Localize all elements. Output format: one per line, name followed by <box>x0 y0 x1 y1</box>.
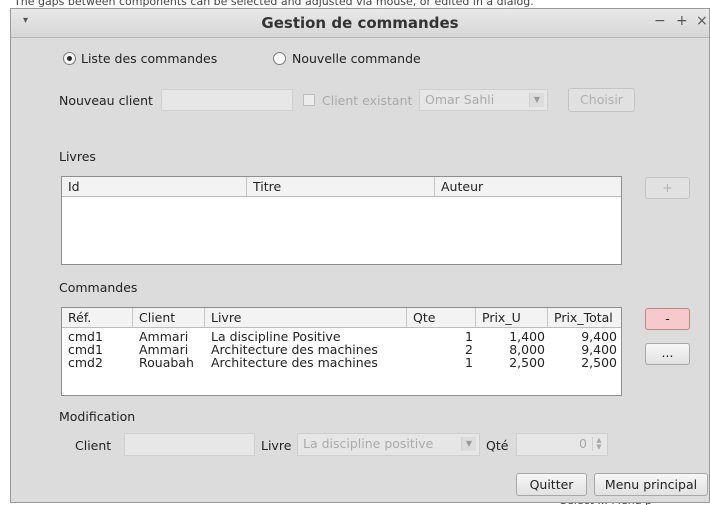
cell-prix-u: 2,500 <box>509 356 545 369</box>
background-tooltip-text: The gaps between components can be selec… <box>14 0 534 8</box>
livres-col-id[interactable]: Id <box>62 177 247 196</box>
client-existant-checkbox[interactable] <box>303 94 315 106</box>
cell-ref: cmd1 <box>68 343 103 356</box>
choisir-button[interactable]: Choisir <box>568 88 635 112</box>
menu-principal-button[interactable]: Menu principal <box>594 473 708 496</box>
chevron-down-icon: ▼ <box>461 437 476 451</box>
cell-livre: Architecture des machines <box>211 343 378 356</box>
radio-liste-commandes[interactable] <box>63 52 76 65</box>
cell-prix-u: 1,400 <box>509 330 545 343</box>
livres-col-titre[interactable]: Titre <box>247 177 435 196</box>
livres-col-auteur[interactable]: Auteur <box>435 177 621 196</box>
chevron-down-icon: ▼ <box>529 93 544 107</box>
more-options-button[interactable]: ... <box>645 343 690 365</box>
maximize-icon[interactable]: + <box>676 13 688 29</box>
cell-qte: 1 <box>465 330 473 343</box>
client-select[interactable]: Omar Sahli ▼ <box>419 89 548 111</box>
radio-nouvelle-commande[interactable] <box>273 52 286 65</box>
cell-ref: cmd1 <box>68 330 103 343</box>
client-existant-label: Client existant <box>322 93 413 108</box>
minimize-icon[interactable]: − <box>654 13 666 29</box>
commandes-col-ref[interactable]: Réf. <box>62 308 133 327</box>
cell-prix-total: 2,500 <box>581 356 617 369</box>
cell-qte: 1 <box>465 356 473 369</box>
radio-nouvelle-commande-label[interactable]: Nouvelle commande <box>292 51 421 66</box>
stepper-arrows-icon[interactable]: ▲ ▼ <box>592 437 605 451</box>
modification-livre-value: La discipline positive <box>303 436 434 451</box>
cell-qte: 2 <box>465 343 473 356</box>
table-row[interactable]: cmd1 Ammari Architecture des machines 2 … <box>62 343 621 356</box>
cell-prix-total: 9,400 <box>581 343 617 356</box>
nouveau-client-input[interactable] <box>161 89 293 111</box>
livres-table[interactable]: Id Titre Auteur <box>61 176 622 265</box>
commandes-window: ▾ Gestion de commandes − + × Liste des c… <box>10 8 710 503</box>
remove-commande-button[interactable]: - <box>645 308 690 330</box>
livres-table-header: Id Titre Auteur <box>62 177 621 197</box>
cell-ref: cmd2 <box>68 356 103 369</box>
table-row[interactable]: cmd1 Ammari La discipline Positive 1 1,4… <box>62 330 621 343</box>
client-select-value: Omar Sahli <box>425 92 495 107</box>
cell-client: Ammari <box>139 343 189 356</box>
window-title: Gestion de commandes <box>261 14 459 32</box>
cell-prix-u: 8,000 <box>509 343 545 356</box>
nouveau-client-label: Nouveau client <box>59 93 153 108</box>
livres-section-title: Livres <box>59 149 96 164</box>
radio-liste-commandes-label[interactable]: Liste des commandes <box>81 51 217 66</box>
commandes-section-title: Commandes <box>59 280 138 295</box>
modification-client-input[interactable] <box>124 433 255 456</box>
quitter-button[interactable]: Quitter <box>516 473 587 496</box>
commandes-col-livre[interactable]: Livre <box>205 308 407 327</box>
commandes-table[interactable]: Réf. Client Livre Qte Prix_U Prix_Total … <box>61 307 622 396</box>
cell-prix-total: 9,400 <box>581 330 617 343</box>
commandes-col-prix-u[interactable]: Prix_U <box>476 308 548 327</box>
modification-livre-label: Livre <box>261 438 292 453</box>
add-livre-button[interactable]: + <box>645 177 690 199</box>
cell-client: Ammari <box>139 330 189 343</box>
close-icon[interactable]: × <box>696 13 708 29</box>
title-bar[interactable]: ▾ Gestion de commandes − + × <box>11 9 709 38</box>
quantity-stepper[interactable]: 0 ▲ ▼ <box>516 433 608 456</box>
cell-livre: Architecture des machines <box>211 356 378 369</box>
commandes-col-qte[interactable]: Qte <box>407 308 476 327</box>
modification-livre-select[interactable]: La discipline positive ▼ <box>297 433 480 456</box>
modification-client-label: Client <box>75 438 112 453</box>
cell-livre: La discipline Positive <box>211 330 341 343</box>
commandes-col-prix-total[interactable]: Prix_Total <box>548 308 621 327</box>
quantity-value: 0 <box>579 436 587 451</box>
modification-qte-label: Qté <box>486 438 509 453</box>
commandes-col-client[interactable]: Client <box>133 308 205 327</box>
table-row[interactable]: cmd2 Rouabah Architecture des machines 1… <box>62 356 621 369</box>
modification-section-title: Modification <box>59 409 136 424</box>
commandes-table-header: Réf. Client Livre Qte Prix_U Prix_Total <box>62 308 621 328</box>
cell-client: Rouabah <box>139 356 194 369</box>
